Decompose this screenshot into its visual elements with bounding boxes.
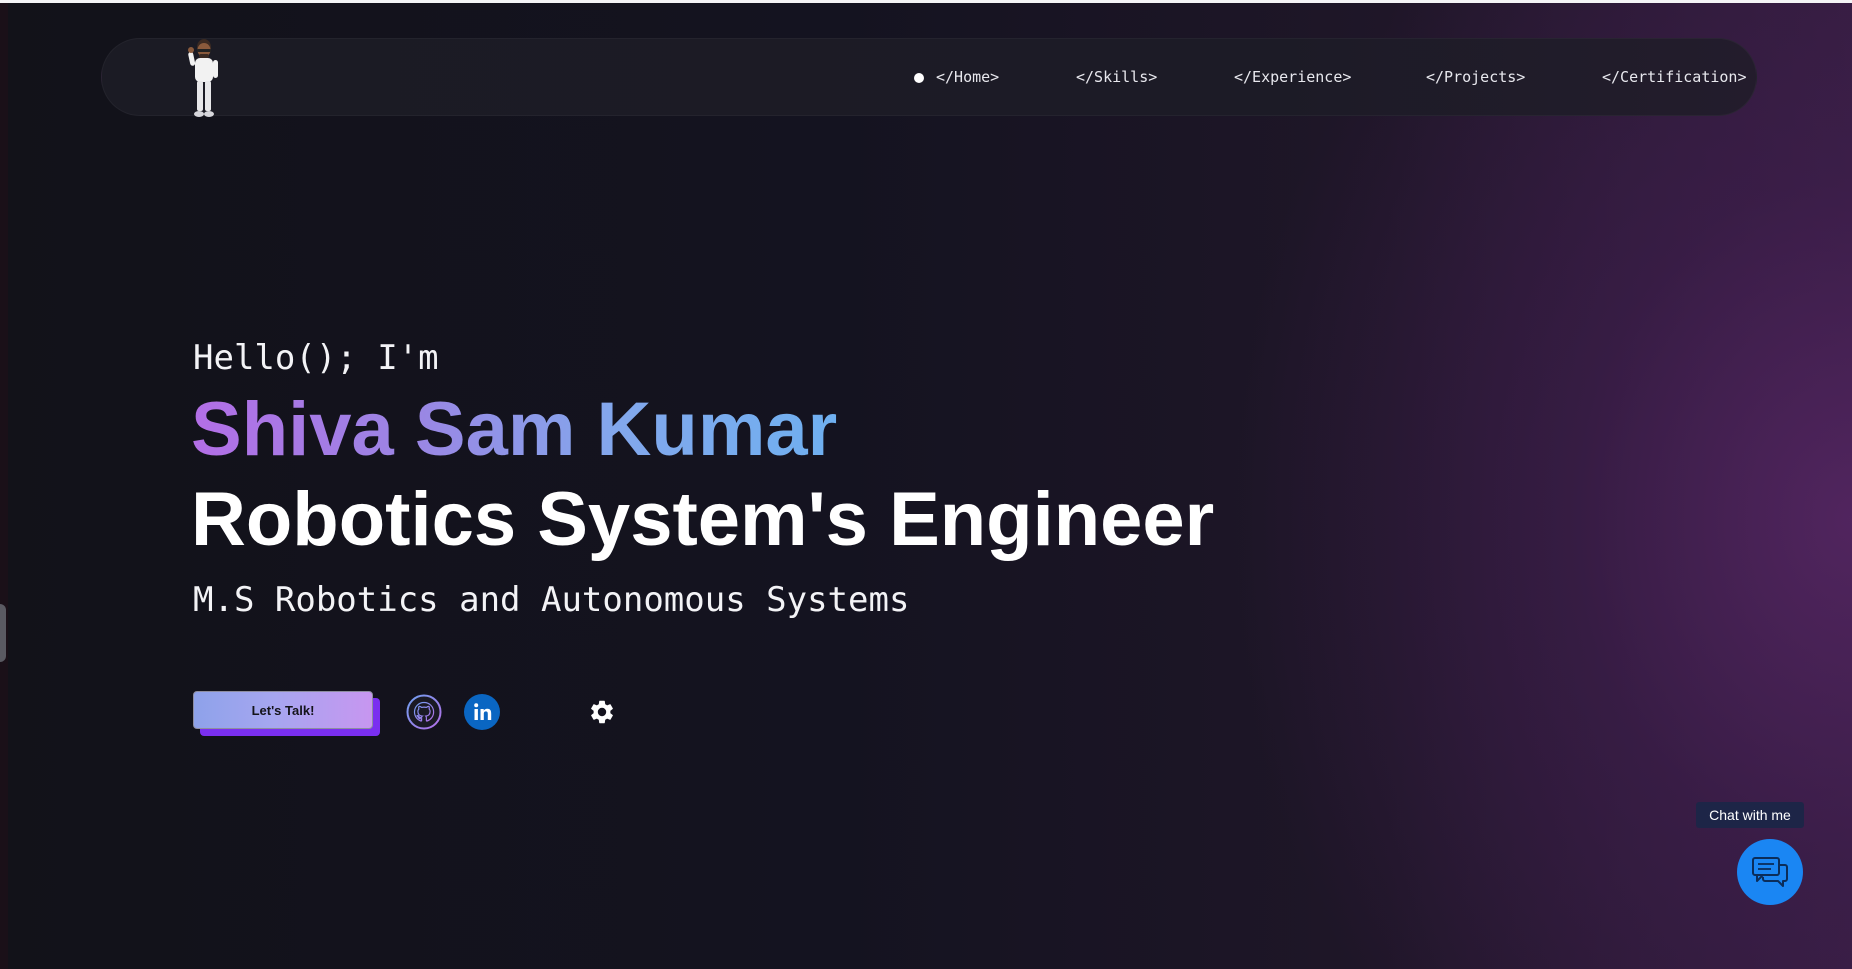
nav-item-projects[interactable]: </Projects> xyxy=(1426,68,1525,86)
gear-icon[interactable] xyxy=(588,698,616,726)
portfolio-page: </Home> </Skills> </Experience> </Projec… xyxy=(0,0,1852,969)
greeting-text: Hello(); I'm xyxy=(193,338,439,378)
linkedin-icon[interactable] xyxy=(464,694,500,730)
lets-talk-button-wrap: Let's Talk! xyxy=(193,691,380,736)
hero-degree: M.S Robotics and Autonomous Systems xyxy=(193,580,910,620)
active-indicator xyxy=(914,73,924,83)
github-icon[interactable] xyxy=(406,694,442,730)
nav-item-skills[interactable]: </Skills> xyxy=(1076,68,1157,86)
nav-item-experience[interactable]: </Experience> xyxy=(1234,68,1351,86)
chat-button[interactable] xyxy=(1737,839,1803,905)
left-edge xyxy=(0,3,8,969)
nav-item-home[interactable]: </Home> xyxy=(936,68,999,86)
hero-name: Shiva Sam Kumar xyxy=(191,387,838,472)
top-strip xyxy=(0,0,1852,3)
hero-role: Robotics System's Engineer xyxy=(191,477,1215,562)
nav-item-certification[interactable]: </Certification> xyxy=(1602,68,1747,86)
side-drawer-handle[interactable] xyxy=(0,604,6,662)
chat-bubbles-icon xyxy=(1752,857,1788,887)
avatar[interactable] xyxy=(186,38,222,120)
lets-talk-button[interactable]: Let's Talk! xyxy=(193,691,373,729)
chat-tooltip: Chat with me xyxy=(1696,802,1804,828)
